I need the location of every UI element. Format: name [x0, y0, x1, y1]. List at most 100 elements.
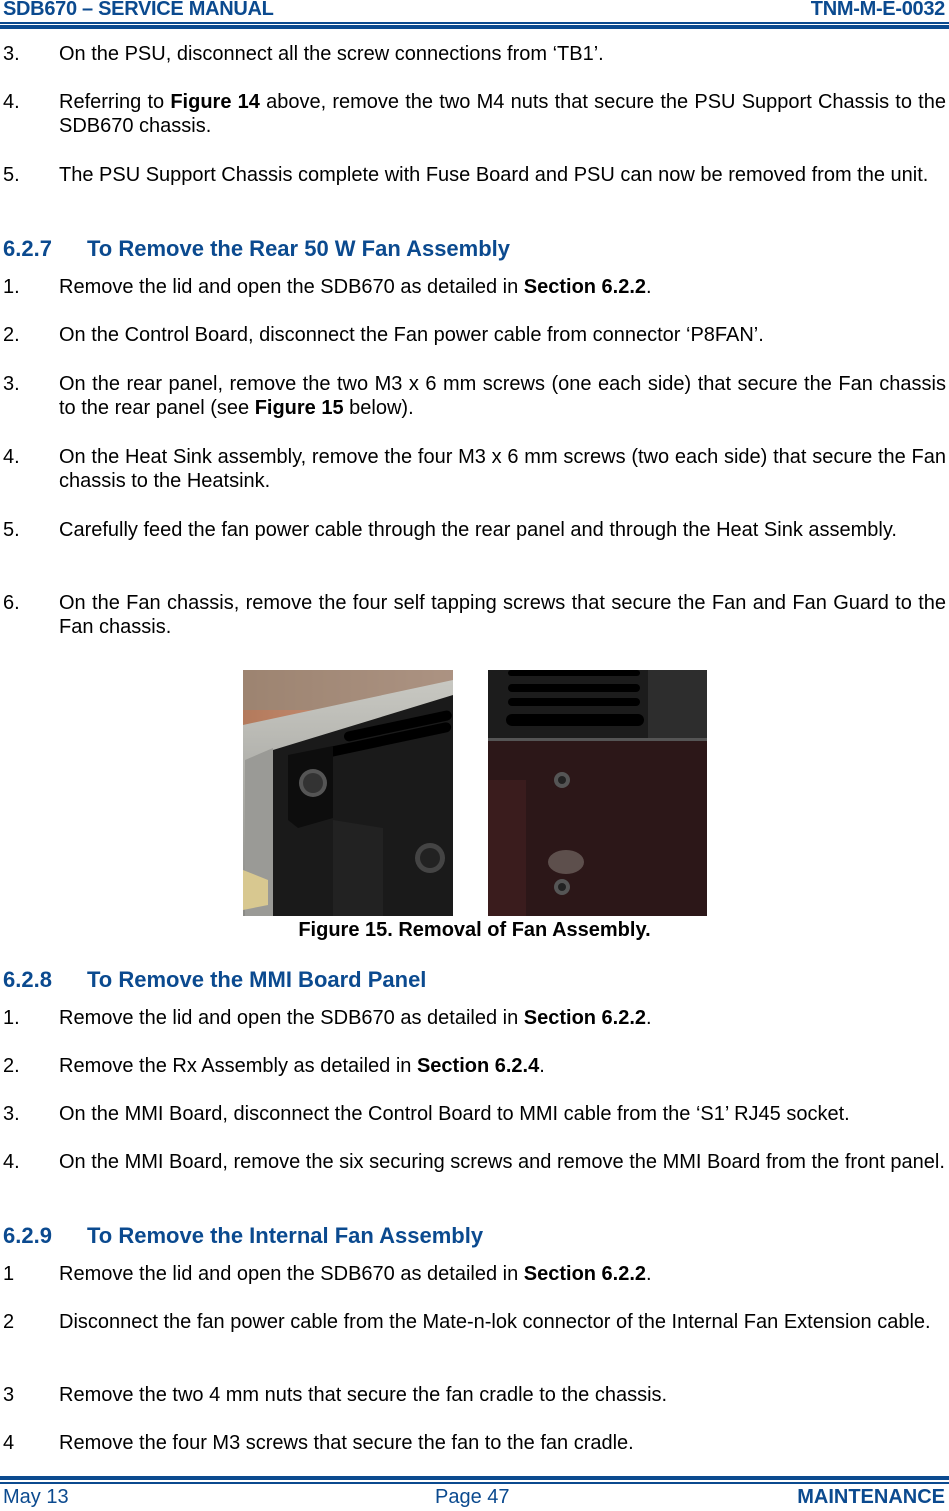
- list-item-number: 4: [3, 1432, 15, 1454]
- header-title: SDB670 – SERVICE MANUAL: [3, 0, 274, 20]
- list-item-number: 3.: [3, 373, 20, 395]
- list-item: 1. Remove the lid and open the SDB670 as …: [0, 1006, 946, 1030]
- list-item-number: 4.: [3, 1151, 20, 1173]
- section-number: 6.2.9: [3, 1223, 52, 1248]
- section-heading: 6.2.9 To Remove the Internal Fan Assembly: [3, 1223, 483, 1249]
- section-heading: 6.2.8 To Remove the MMI Board Panel: [3, 967, 426, 993]
- footer-rule-thick: [0, 1476, 949, 1480]
- list-item-number: 1.: [3, 1007, 20, 1029]
- list-item: 5. Carefully feed the fan power cable thr…: [0, 518, 946, 542]
- figure-photo-left: [243, 670, 453, 916]
- reference-text: Section 6.2.2: [523, 1007, 647, 1029]
- list-item: 2 Disconnect the fan power cable from the…: [0, 1310, 946, 1334]
- text-segment: On the MMI Board, remove the six securin…: [59, 1151, 945, 1173]
- text-segment: .: [646, 276, 652, 298]
- text-segment: Remove the lid and open the SDB670 as de…: [59, 1263, 524, 1285]
- list-item-number: 2.: [3, 324, 20, 346]
- list-item-number: 6.: [3, 592, 20, 614]
- text-segment: On the Heat Sink assembly, remove the fo…: [59, 446, 946, 492]
- section-number: 6.2.7: [3, 236, 52, 261]
- section-title: To Remove the MMI Board Panel: [87, 967, 427, 992]
- figure-caption: Figure 15. Removal of Fan Assembly.: [298, 919, 651, 941]
- text-segment: The PSU Support Chassis complete with Fu…: [59, 164, 929, 186]
- list-item-number: 4.: [3, 91, 20, 113]
- footer-section: MAINTENANCE: [797, 1486, 945, 1508]
- list-item-text: On the Fan chassis, remove the four self…: [59, 591, 946, 639]
- text-segment: Carefully feed the fan power cable throu…: [59, 519, 897, 541]
- text-segment: Remove the lid and open the SDB670 as de…: [59, 276, 524, 298]
- text-segment: On the Control Board, disconnect the Fan…: [59, 324, 764, 346]
- list-item-text: Carefully feed the fan power cable throu…: [59, 518, 946, 542]
- list-item: 2. Remove the Rx Assembly as detailed in …: [0, 1054, 946, 1078]
- list-item-text: On the MMI Board, remove the six securin…: [59, 1150, 946, 1174]
- list-item: 3. On the rear panel, remove the two M3 x…: [0, 372, 946, 420]
- text-segment: On the MMI Board, disconnect the Control…: [59, 1103, 850, 1125]
- list-item: 4. Referring to Figure 14 above, remove t…: [0, 90, 946, 138]
- list-item-text: Remove the lid and open the SDB670 as de…: [59, 275, 946, 299]
- list-item-number: 5.: [3, 519, 20, 541]
- header-rule-thin: [0, 22, 949, 24]
- list-item-number: 1.: [3, 276, 20, 298]
- list-item: 5. The PSU Support Chassis complete with …: [0, 163, 946, 187]
- text-segment: Remove the two 4 mm nuts that secure the…: [59, 1384, 668, 1406]
- header-rule-thick: [0, 25, 949, 29]
- list-item: 6. On the Fan chassis, remove the four se…: [0, 591, 946, 639]
- list-item-number: 5.: [3, 164, 20, 186]
- list-item: 4. On the MMI Board, remove the six secur…: [0, 1150, 946, 1174]
- section-number: 6.2.8: [3, 967, 52, 992]
- reference-text: Section 6.2.2: [523, 1263, 647, 1285]
- list-item: 3. On the MMI Board, disconnect the Contr…: [0, 1102, 946, 1126]
- list-item-text: Remove the Rx Assembly as detailed in Se…: [59, 1054, 946, 1078]
- text-segment: On the rear panel, remove the two M3 x 6…: [59, 373, 946, 419]
- text-segment: On the PSU, disconnect all the screw con…: [59, 43, 604, 65]
- list-item: 1. Remove the lid and open the SDB670 as …: [0, 275, 946, 299]
- text-segment: Remove the Rx Assembly as detailed in: [59, 1055, 417, 1077]
- list-item-text: On the Control Board, disconnect the Fan…: [59, 323, 946, 347]
- list-item: 1 Remove the lid and open the SDB670 as d…: [0, 1262, 946, 1286]
- header-doc-number: TNM-M-E-0032: [810, 0, 946, 20]
- reference-text: Section 6.2.2: [523, 276, 647, 298]
- list-item-number: 4.: [3, 446, 20, 468]
- text-segment: .: [646, 1007, 652, 1029]
- footer-date: May 13: [3, 1486, 69, 1508]
- list-item-number: 2.: [3, 1055, 20, 1077]
- list-item-number: 3: [3, 1384, 15, 1406]
- footer-page-number: Page 47: [435, 1486, 510, 1508]
- reference-text: Figure 14: [170, 91, 260, 113]
- list-item-text: The PSU Support Chassis complete with Fu…: [59, 163, 946, 187]
- list-item-text: Remove the two 4 mm nuts that secure the…: [59, 1383, 946, 1407]
- list-item: 4. On the Heat Sink assembly, remove the …: [0, 445, 946, 493]
- list-item: 3. On the PSU, disconnect all the screw c…: [0, 42, 946, 66]
- list-item-text: Remove the four M3 screws that secure th…: [59, 1431, 946, 1455]
- figure-photo-right: [488, 670, 707, 916]
- list-item-text: On the MMI Board, disconnect the Control…: [59, 1102, 946, 1126]
- list-item: 2. On the Control Board, disconnect the F…: [0, 323, 946, 347]
- list-item-text: Disconnect the fan power cable from the …: [59, 1310, 946, 1334]
- text-segment: below).: [343, 397, 414, 419]
- section-title: To Remove the Internal Fan Assembly: [87, 1223, 484, 1248]
- text-segment: .: [539, 1055, 545, 1077]
- reference-text: Figure 15: [254, 397, 344, 419]
- text-segment: Remove the lid and open the SDB670 as de…: [59, 1007, 524, 1029]
- reference-text: Section 6.2.4: [416, 1055, 540, 1077]
- list-item-number: 2: [3, 1311, 15, 1333]
- text-segment: Remove the four M3 screws that secure th…: [59, 1432, 634, 1454]
- list-item-text: On the Heat Sink assembly, remove the fo…: [59, 445, 946, 493]
- list-item-number: 3.: [3, 43, 20, 65]
- text-segment: Disconnect the fan power cable from the …: [59, 1311, 931, 1333]
- text-segment: Referring to: [59, 91, 171, 113]
- section-title: To Remove the Rear 50 W Fan Assembly: [87, 236, 511, 261]
- list-item-text: On the PSU, disconnect all the screw con…: [59, 42, 946, 66]
- list-item: 3 Remove the two 4 mm nuts that secure th…: [0, 1383, 946, 1407]
- footer-rule-thin: [0, 1482, 949, 1484]
- section-heading: 6.2.7 To Remove the Rear 50 W Fan Assembl…: [3, 236, 510, 262]
- list-item-number: 1: [3, 1263, 15, 1285]
- list-item-text: On the rear panel, remove the two M3 x 6…: [59, 372, 946, 420]
- list-item-text: Remove the lid and open the SDB670 as de…: [59, 1262, 946, 1286]
- list-item-text: Remove the lid and open the SDB670 as de…: [59, 1006, 946, 1030]
- list-item-number: 3.: [3, 1103, 20, 1125]
- text-segment: On the Fan chassis, remove the four self…: [59, 592, 946, 638]
- list-item-text: Referring to Figure 14 above, remove the…: [59, 90, 946, 138]
- text-segment: .: [646, 1263, 652, 1285]
- list-item: 4 Remove the four M3 screws that secure t…: [0, 1431, 946, 1455]
